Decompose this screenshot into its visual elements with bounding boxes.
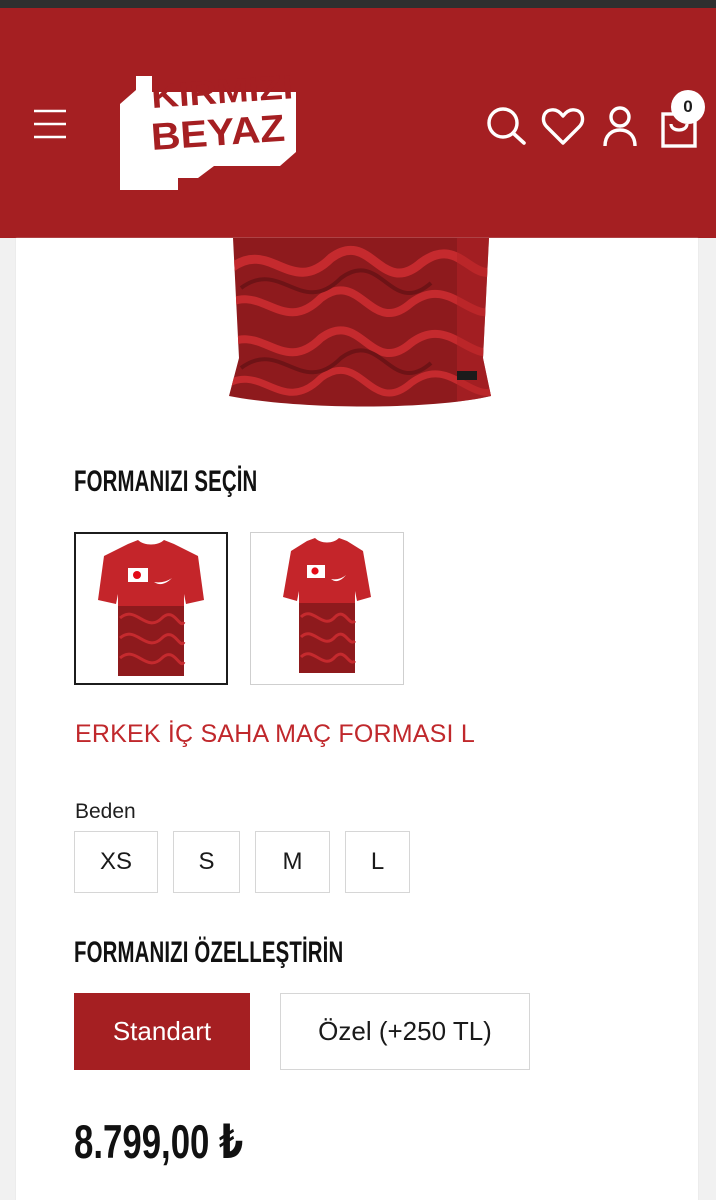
cart-count-badge: 0 [671, 90, 705, 124]
size-option-xs[interactable]: XS [74, 831, 158, 893]
product-variant-name: ERKEK İÇ SAHA MAÇ FORMASI L [75, 720, 475, 748]
jersey-option-alt[interactable] [250, 532, 404, 685]
price-currency: ₺ [219, 1115, 244, 1168]
size-label: Beden [75, 800, 136, 823]
site-header: KIRMIZI BEYAZ 0 [0, 8, 716, 238]
custom-option-button[interactable]: Özel (+250 TL) [280, 993, 530, 1070]
jersey-option-home[interactable] [74, 532, 228, 685]
product-price: 8.799,00 ₺ [74, 1114, 243, 1170]
price-amount: 8.799,00 [74, 1115, 210, 1168]
size-option-s[interactable]: S [173, 831, 240, 893]
size-option-m[interactable]: M [255, 831, 330, 893]
menu-icon[interactable] [30, 104, 70, 144]
product-hero-image [221, 238, 501, 413]
product-card: FORMANIZI SEÇİN ERKEK İÇ SAHA MAÇ FORMAS… [16, 238, 698, 1200]
heart-icon[interactable] [539, 102, 587, 150]
select-jersey-title: FORMANIZI SEÇİN [74, 465, 258, 498]
standard-option-button[interactable]: Standart [74, 993, 250, 1070]
search-icon[interactable] [482, 102, 530, 150]
user-icon[interactable] [596, 102, 644, 150]
brand-logo[interactable]: KIRMIZI BEYAZ [118, 66, 302, 190]
customize-jersey-title: FORMANIZI ÖZELLEŞTİRİN [74, 936, 344, 969]
size-option-l[interactable]: L [345, 831, 410, 893]
top-status-strip [0, 0, 716, 8]
